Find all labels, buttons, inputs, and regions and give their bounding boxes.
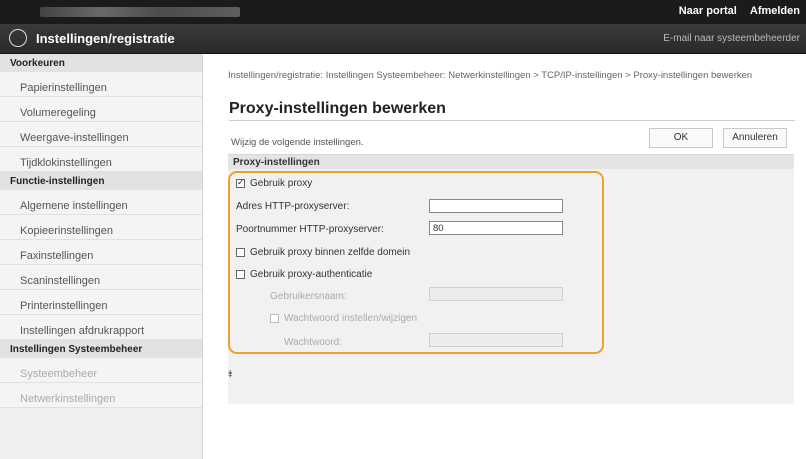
sidebar-item-display[interactable]: Weergave-instellingen [0, 122, 202, 147]
app-header: Instellingen/registratie E-mail naar sys… [0, 24, 806, 54]
settings-icon [9, 29, 27, 47]
set-password-label: Wachtwoord instellen/wijzigen [284, 313, 418, 324]
back-to-top-icon[interactable]: ⯒ [228, 367, 232, 384]
same-domain-label: Gebruik proxy binnen zelfde domein [250, 247, 411, 258]
breadcrumb: Instellingen/registratie: Instellingen S… [228, 70, 753, 81]
top-bar: Naar portal Afmelden [0, 0, 806, 24]
auth-checkbox[interactable] [236, 270, 245, 279]
password-input[interactable] [429, 333, 563, 347]
sidebar-item-printer[interactable]: Printerinstellingen [0, 290, 202, 315]
sidebar-item-volume[interactable]: Volumeregeling [0, 97, 202, 122]
device-model-name [40, 7, 240, 17]
password-label: Wachtwoord: [284, 337, 342, 348]
sidebar-item-clock[interactable]: Tijdklokinstellingen [0, 147, 202, 172]
sidebar-item-report[interactable]: Instellingen afdrukrapport [0, 315, 202, 340]
auth-label: Gebruik proxy-authenticatie [250, 269, 373, 280]
username-label: Gebruikersnaam: [270, 291, 347, 302]
sidebar-section-header: Functie-instellingen [0, 172, 202, 190]
sidebar-item-general[interactable]: Algemene instellingen [0, 190, 202, 215]
sidebar: Voorkeuren Papierinstellingen Volumerege… [0, 54, 203, 459]
section-header: Proxy-instellingen [228, 154, 794, 169]
same-domain-checkbox[interactable] [236, 248, 245, 257]
use-proxy-checkbox[interactable]: ✓ [236, 177, 245, 188]
use-proxy-label: Gebruik proxy [250, 178, 313, 189]
divider [229, 120, 795, 121]
portal-link[interactable]: Naar portal [679, 5, 737, 17]
sidebar-item-system[interactable]: Systeembeheer [0, 358, 202, 383]
set-password-checkbox[interactable] [270, 314, 279, 323]
email-admin-link[interactable]: E-mail naar systeembeheerder [663, 33, 800, 44]
sidebar-item-copy[interactable]: Kopieerinstellingen [0, 215, 202, 240]
checkmark-icon: ✓ [237, 177, 245, 187]
username-input[interactable] [429, 287, 563, 301]
http-port-label: Poortnummer HTTP-proxyserver: [236, 224, 384, 235]
top-links: Naar portal Afmelden [669, 5, 800, 17]
page-title: Proxy-instellingen bewerken [229, 100, 446, 117]
http-address-input[interactable] [429, 199, 563, 213]
http-port-input[interactable] [429, 221, 563, 235]
cancel-button[interactable]: Annuleren [723, 128, 787, 148]
sidebar-section-header: Instellingen Systeembeheer [0, 340, 202, 358]
sidebar-item-scan[interactable]: Scaninstellingen [0, 265, 202, 290]
sidebar-item-network[interactable]: Netwerkinstellingen [0, 383, 202, 408]
logout-link[interactable]: Afmelden [750, 5, 800, 17]
sidebar-item-paper[interactable]: Papierinstellingen [0, 72, 202, 97]
app-title: Instellingen/registratie [36, 31, 175, 46]
sidebar-item-fax[interactable]: Faxinstellingen [0, 240, 202, 265]
http-address-label: Adres HTTP-proxyserver: [236, 201, 350, 212]
ok-button[interactable]: OK [649, 128, 713, 148]
sidebar-section-header: Voorkeuren [0, 54, 202, 72]
instruction-text: Wijzig de volgende instellingen. [231, 137, 364, 148]
